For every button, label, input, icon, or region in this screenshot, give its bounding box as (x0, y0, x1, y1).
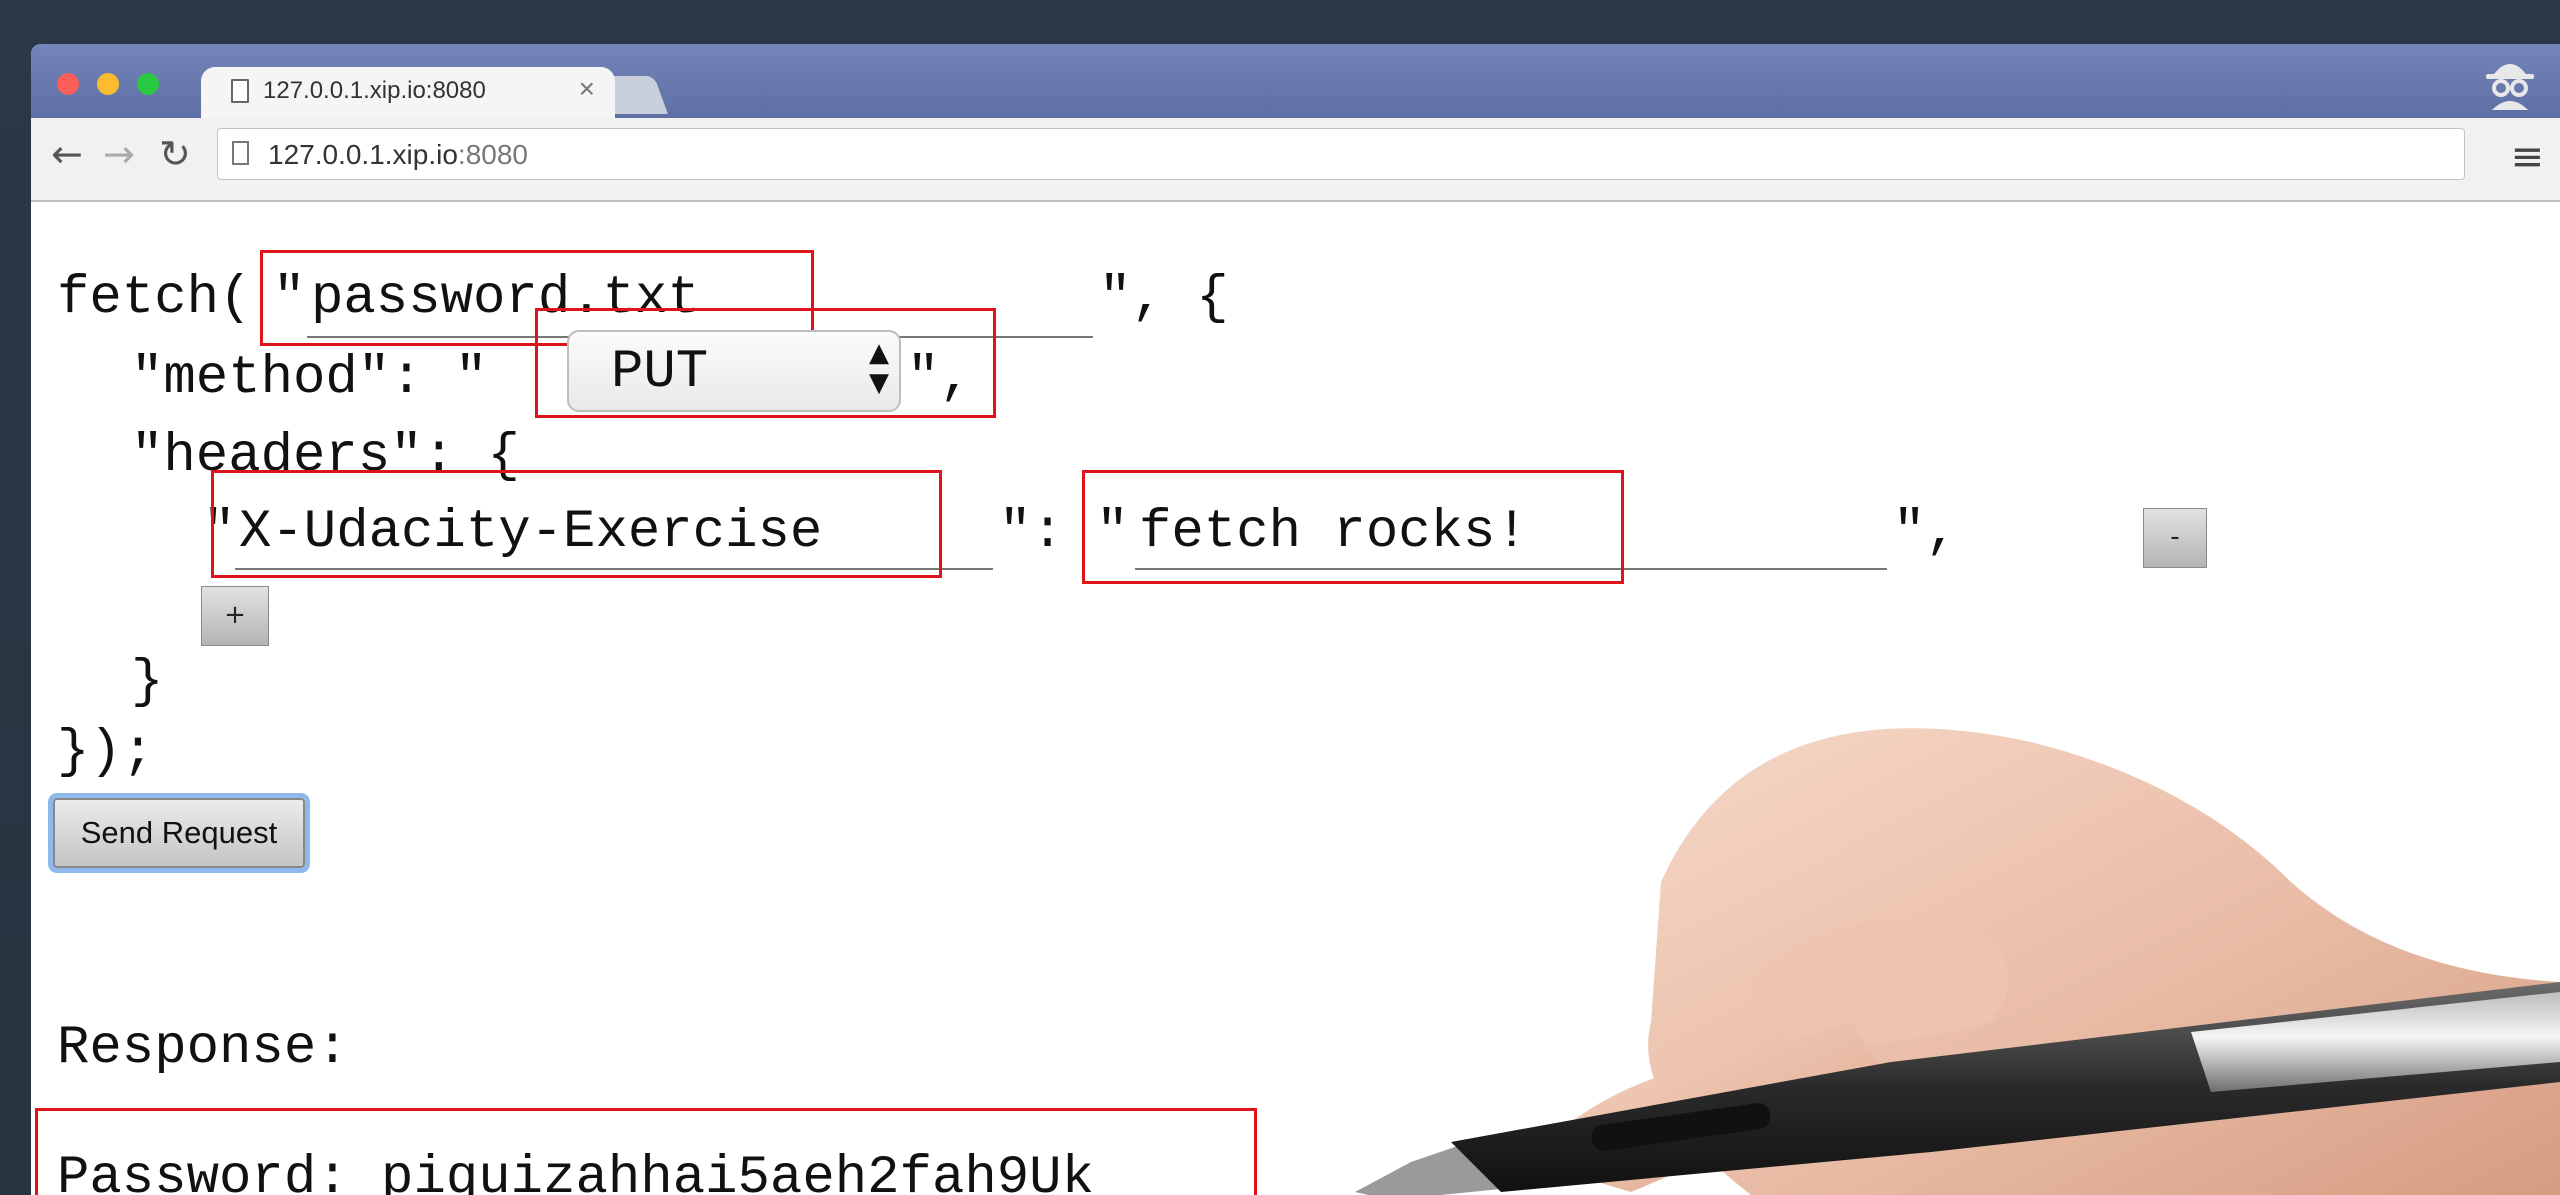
highlight-box-response (35, 1108, 1257, 1195)
minimize-window-button[interactable] (97, 73, 119, 95)
highlight-box-header-name (211, 470, 942, 578)
page-icon (231, 79, 249, 103)
url-text: 127.0.0.1.xip.io:8080 (268, 139, 528, 170)
code-close-headers: } (131, 652, 164, 713)
hand-with-stylus (1355, 728, 2560, 1195)
browser-toolbar: ← → ↻ 127.0.0.1.xip.io:8080 ≡ (31, 118, 2560, 202)
code-fetch-open: fetch( (57, 268, 252, 329)
reload-icon[interactable]: ↻ (159, 132, 191, 176)
code-after-url: ", { (1099, 268, 1229, 329)
tab-bar: 127.0.0.1.xip.io:8080 × (31, 44, 2560, 118)
highlight-box-header-value (1082, 470, 1624, 584)
close-window-button[interactable] (57, 73, 79, 95)
page-content: fetch( " password.txt ", { "method": " P… (31, 202, 2560, 1195)
remove-header-button[interactable]: - (2143, 508, 2207, 568)
address-bar[interactable]: 127.0.0.1.xip.io:8080 (217, 128, 2465, 180)
code-after-header-value: ", (1893, 502, 1958, 563)
browser-window: 127.0.0.1.xip.io:8080 × ← → ↻ 127.0.0.1.… (31, 44, 2560, 1195)
highlight-box-method (535, 308, 996, 418)
incognito-icon (2486, 64, 2534, 110)
add-header-button[interactable]: + (201, 586, 269, 646)
send-request-button[interactable]: Send Request (53, 798, 305, 868)
forward-icon[interactable]: → (103, 132, 135, 176)
tab-title: 127.0.0.1.xip.io:8080 (263, 77, 486, 104)
tab-active[interactable]: 127.0.0.1.xip.io:8080 × (201, 67, 615, 118)
page-icon (232, 141, 249, 165)
menu-icon[interactable]: ≡ (2510, 134, 2544, 180)
tab-close-icon[interactable]: × (579, 73, 595, 105)
back-icon[interactable]: ← (51, 132, 83, 176)
response-label: Response: (57, 1018, 349, 1079)
code-method-key: "method": " (131, 348, 488, 409)
maximize-window-button[interactable] (137, 73, 159, 95)
code-close-fetch: }); (57, 722, 155, 783)
